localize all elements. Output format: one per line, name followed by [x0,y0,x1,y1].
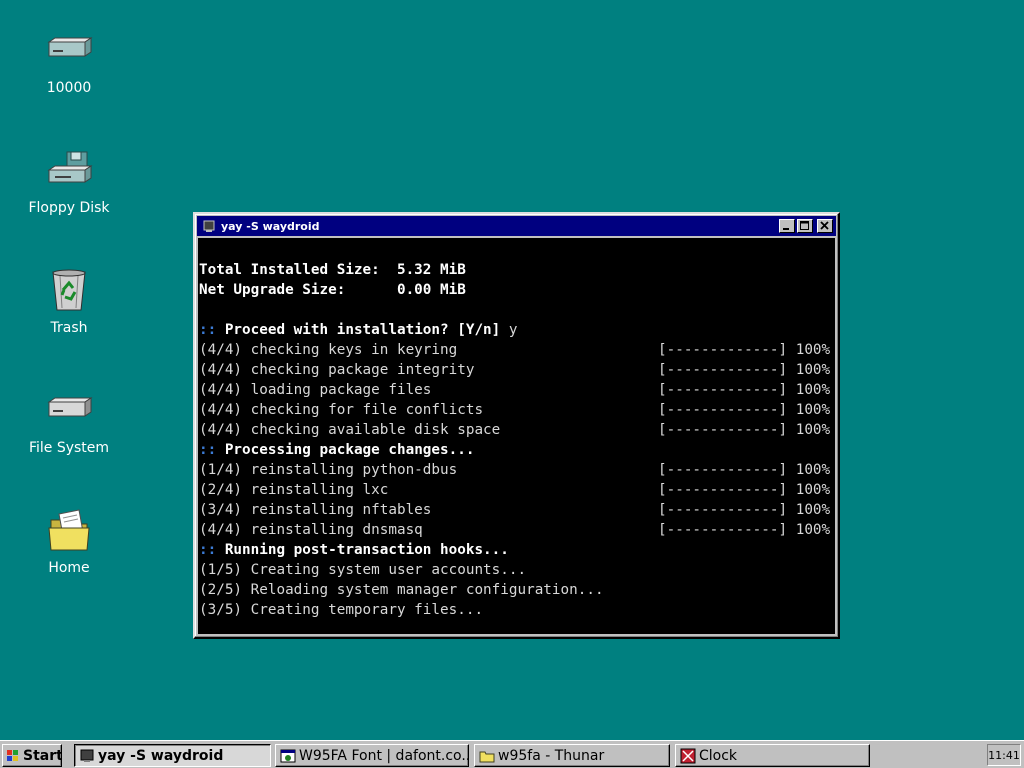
desktop-icon-trash[interactable]: Trash [14,266,124,336]
desktop-icon-file-system[interactable]: File System [14,386,124,456]
terminal-line-net-upgrade: Net Upgrade Size: 0.00 MiB [199,282,466,298]
folder-icon [479,751,495,762]
start-button[interactable]: Start [2,744,62,767]
minimize-button[interactable] [779,219,795,233]
terminal-output[interactable]: Total Installed Size: 5.32 MiB Net Upgra… [198,238,835,634]
desktop-icon-label: File System [28,440,110,456]
progress-bar-text: [-------------] 100% [658,402,831,418]
desktop-icon-10000[interactable]: 10000 [14,26,124,96]
terminal-line-proceed: :: Proceed with installation? [Y/n] y [198,320,835,340]
progress-bar-text: [-------------] 100% [658,422,831,438]
progress-bar-text: [-------------] 100% [658,522,831,538]
prompt-prefix: :: [199,322,217,338]
desktop-icon-label: Trash [50,320,88,336]
windows-logo-icon [7,749,18,761]
progress-bar-text: [-------------] 100% [658,462,831,478]
terminal-line-total-size: Total Installed Size: 5.32 MiB [199,262,466,278]
section-text: Processing package changes... [216,442,475,458]
taskbar: Start yay -S waydroid W95FA Font | dafon… [0,740,1024,768]
terminal-line-reinstall: (4/4) reinstalling dnsmasq [-------------… [198,520,835,540]
terminal-line-reinstall: (3/4) reinstalling nftables [------------… [198,500,835,520]
check-text: (4/4) loading package files [199,382,432,398]
progress-bar-text: [-------------] 100% [658,382,831,398]
progress-bar-text: [-------------] 100% [658,342,831,358]
clock-icon [680,748,696,763]
progress-bar-text: [-------------] 100% [658,482,831,498]
terminal-line-check: (4/4) loading package files [------------… [198,380,835,400]
reinstall-text: (3/4) reinstalling nftables [199,502,432,518]
terminal-line-reinstall: (1/4) reinstalling python-dbus [---------… [198,460,835,480]
window-titlebar[interactable]: yay -S waydroid [197,216,836,236]
hard-drive-icon [47,37,93,57]
desktop-icon-label: Home [48,560,90,576]
reinstall-text: (1/4) reinstalling python-dbus [199,462,458,478]
taskbar-item-label: W95FA Font | dafont.co... [299,747,469,764]
desktop-icon-home[interactable]: Home [14,506,124,576]
minimize-icon [783,228,789,230]
taskbar-item-label: yay -S waydroid [98,747,224,764]
window-title: yay -S waydroid [221,219,320,233]
terminal-line-hook: (3/5) Creating temporary files... [199,602,484,618]
prompt-text: Proceed with installation? [Y/n] [216,322,501,338]
recycle-bin-icon [52,269,86,311]
prompt-prefix: :: [199,442,217,458]
terminal-line-hook: (2/5) Reloading system manager configura… [199,582,604,598]
desktop-icon-floppy-disk[interactable]: Floppy Disk [14,146,124,216]
maximize-icon [800,221,809,230]
taskbar-item-browser[interactable]: W95FA Font | dafont.co... [275,744,469,767]
terminal-line-check: (4/4) checking keys in keyring [---------… [198,340,835,360]
taskbar-item-label: Clock [699,747,738,764]
terminal-line-check: (4/4) checking package integrity [-------… [198,360,835,380]
maximize-button[interactable] [797,219,813,233]
folder-icon [48,509,90,551]
terminal-icon [203,220,215,232]
close-button[interactable] [817,219,833,233]
taskbar-item-thunar[interactable]: w95fa - Thunar [474,744,670,767]
terminal-line-processing: :: Processing package changes... [198,440,835,460]
check-text: (4/4) checking package integrity [199,362,475,378]
terminal-line-hooks-header: :: Running post-transaction hooks... [198,540,835,560]
start-label: Start [23,747,62,764]
progress-bar-text: [-------------] 100% [658,362,831,378]
reinstall-text: (2/4) reinstalling lxc [199,482,389,498]
terminal-line-reinstall: (2/4) reinstalling lxc [-------------] 10… [198,480,835,500]
prompt-answer: y [500,322,518,338]
taskbar-item-clock[interactable]: Clock [675,744,870,767]
system-tray-clock[interactable]: 11:41 [987,744,1021,766]
close-icon [820,221,829,230]
check-text: (4/4) checking keys in keyring [199,342,458,358]
hard-drive-icon [47,397,93,417]
progress-bar-text: [-------------] 100% [658,502,831,518]
prompt-prefix: :: [199,542,217,558]
terminal-window[interactable]: yay -S waydroid Total Installed Size: 5.… [193,212,840,639]
desktop-icon-label: Floppy Disk [28,200,110,216]
taskbar-item-terminal[interactable]: yay -S waydroid [74,744,271,767]
check-text: (4/4) checking available disk space [199,422,501,438]
browser-icon [280,749,296,762]
section-text: Running post-transaction hooks... [216,542,509,558]
terminal-icon [80,749,94,762]
taskbar-item-label: w95fa - Thunar [498,747,605,764]
reinstall-text: (4/4) reinstalling dnsmasq [199,522,423,538]
check-text: (4/4) checking for file conflicts [199,402,484,418]
terminal-line-check: (4/4) checking for file conflicts [------… [198,400,835,420]
terminal-line-check: (4/4) checking available disk space [----… [198,420,835,440]
floppy-drive-icon [47,151,93,183]
desktop-icon-label: 10000 [46,80,92,96]
terminal-line-hook: (1/5) Creating system user accounts... [199,562,527,578]
